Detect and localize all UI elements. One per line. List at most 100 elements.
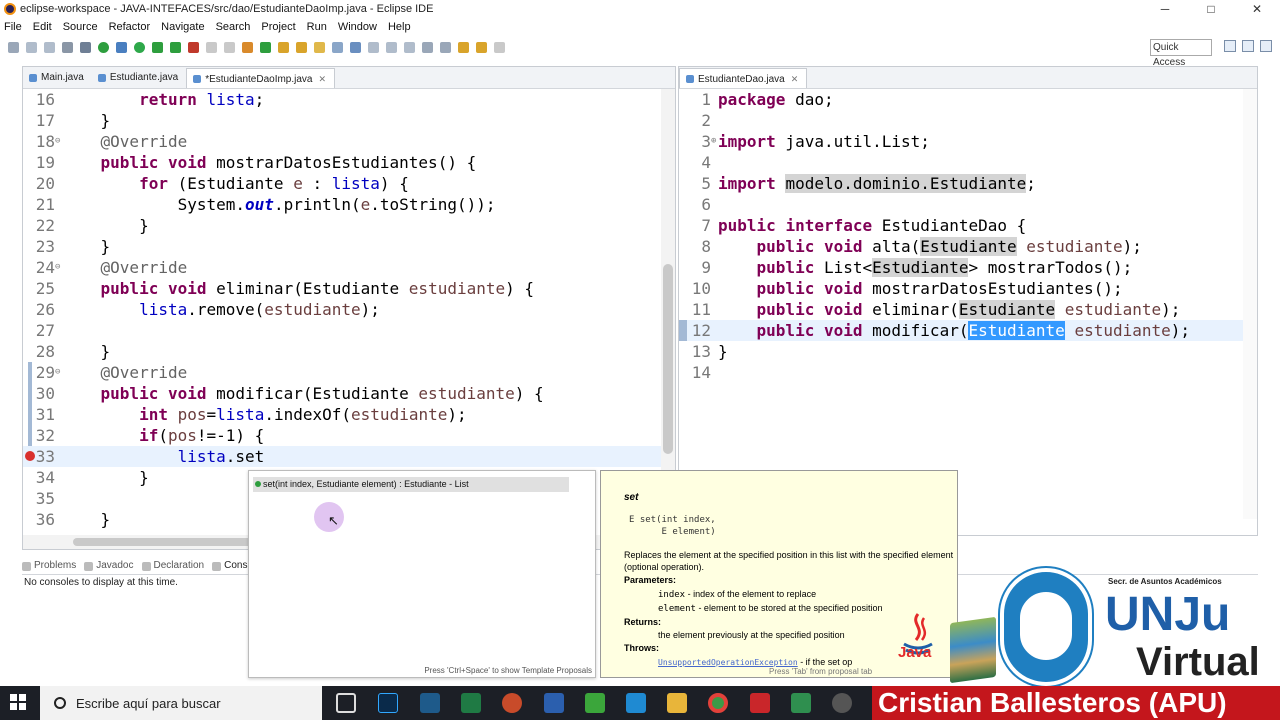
disabled-icon[interactable] [206, 41, 217, 53]
javadoc-title: set [624, 492, 639, 503]
coverage-icon[interactable] [116, 41, 127, 53]
print-icon[interactable] [62, 41, 73, 53]
taskbar-search[interactable]: Escribe aquí para buscar [40, 686, 322, 720]
annotation-icon[interactable] [332, 41, 343, 53]
vertical-scrollbar[interactable] [661, 89, 675, 533]
menu-search[interactable]: Search [216, 21, 251, 33]
next-annotation-icon[interactable] [422, 41, 433, 53]
right-code-area[interactable]: 1 package dao; 2 3 ⊕ import java.util.List;… [679, 89, 1257, 535]
open-task-icon[interactable] [296, 41, 307, 53]
window-title: eclipse-workspace - JAVA-INTEFACES/src/d… [20, 3, 434, 15]
code-line: 32 if(pos!=-1) { [23, 425, 675, 446]
word-icon[interactable] [544, 693, 564, 713]
menu-navigate[interactable]: Navigate [161, 21, 204, 33]
back-icon[interactable] [476, 41, 487, 53]
menu-window[interactable]: Window [338, 21, 377, 33]
param-index: index - index of the element to replace [658, 589, 816, 600]
app-green-icon[interactable] [791, 693, 811, 713]
java-perspective-icon[interactable] [1260, 40, 1272, 52]
file-explorer-icon[interactable] [667, 693, 687, 713]
tab-estudiante-dao-imp-java[interactable]: *EstudianteDaoImp.java ✕ [186, 68, 336, 88]
menu-run[interactable]: Run [307, 21, 327, 33]
code-line: 12 public void modificar(Estudiante estu… [679, 320, 1257, 341]
code-line: 24 ⊖ @Override [35, 258, 188, 277]
new-class-icon[interactable] [260, 41, 271, 53]
menu-edit[interactable]: Edit [33, 21, 52, 33]
open-perspective-icon[interactable] [1224, 40, 1236, 52]
param-desc: - index of the element to replace [685, 589, 817, 599]
run-icon[interactable] [134, 41, 145, 53]
pilcrow-icon[interactable] [404, 41, 415, 53]
exception-link[interactable]: UnsupportedOperationException [658, 658, 798, 667]
open-type-icon[interactable] [278, 41, 289, 53]
menu-help[interactable]: Help [388, 21, 411, 33]
close-tab-icon[interactable]: ✕ [319, 74, 327, 84]
console-message: No consoles to display at this time. [24, 577, 178, 588]
left-editor-tabs: Main.java Estudiante.java *EstudianteDao… [23, 67, 675, 89]
tab-javadoc[interactable]: Javadoc [84, 560, 134, 571]
app-blue-icon[interactable] [420, 693, 440, 713]
show-whitespace-icon[interactable] [386, 41, 397, 53]
skip-breakpoints-icon[interactable] [80, 41, 91, 53]
tab-problems[interactable]: Problems [22, 560, 76, 571]
throws-heading: Throws: [624, 643, 659, 653]
disabled-icon-2[interactable] [224, 41, 235, 53]
block-selection-icon[interactable] [368, 41, 379, 53]
camtasia-icon[interactable] [585, 693, 605, 713]
quick-access-field[interactable]: Quick Access [1150, 39, 1212, 68]
code-line: 29 ⊖ @Override [23, 362, 675, 383]
code-line: 13} [691, 342, 728, 361]
proposal-item[interactable]: set(int index, Estudiante element) : Est… [253, 477, 569, 492]
powerpoint-icon[interactable] [502, 693, 522, 713]
throws-desc: UnsupportedOperationException - if the s… [658, 657, 852, 667]
new-icon[interactable] [8, 41, 19, 53]
java-ee-perspective-icon[interactable] [1242, 40, 1254, 52]
vscode-icon[interactable] [626, 693, 646, 713]
maximize-button[interactable]: □ [1188, 0, 1234, 18]
excel-icon[interactable] [461, 693, 481, 713]
menu-refactor[interactable]: Refactor [109, 21, 151, 33]
content-assist-popup: set(int index, Estudiante element) : Est… [248, 470, 596, 678]
menu-project[interactable]: Project [261, 21, 295, 33]
code-line: 26 lista.remove(estudiante); [35, 300, 380, 319]
tab-main-java[interactable]: Main.java [23, 68, 92, 88]
save-all-icon[interactable] [44, 41, 55, 53]
last-edit-icon[interactable] [458, 41, 469, 53]
code-line: 30 public void modificar(Estudiante estu… [23, 383, 675, 404]
save-icon[interactable] [26, 41, 37, 53]
search-icon[interactable] [314, 41, 325, 53]
prev-annotation-icon[interactable] [440, 41, 451, 53]
task-view-icon[interactable] [336, 693, 356, 713]
close-tab-icon[interactable]: ✕ [791, 74, 799, 84]
mark-occurrences-icon[interactable] [350, 41, 361, 53]
parameters-heading: Parameters: [624, 575, 677, 585]
assist-footer: Press 'Ctrl+Space' to show Template Prop… [424, 666, 592, 675]
menu-file[interactable]: File [4, 21, 22, 33]
settings-icon[interactable] [832, 693, 852, 713]
stop-icon[interactable] [188, 41, 199, 53]
eclipse-icon [4, 3, 16, 15]
external-tools-icon[interactable] [152, 41, 163, 53]
chrome-icon[interactable] [708, 693, 728, 713]
scroll-thumb[interactable] [663, 264, 673, 454]
forward-icon[interactable] [494, 41, 505, 53]
param-desc: - element to be stored at the specified … [695, 603, 883, 613]
new-package-icon[interactable] [242, 41, 253, 53]
tab-declaration[interactable]: Declaration [141, 560, 204, 571]
java-logo-icon [903, 613, 933, 655]
photoshop-icon[interactable] [378, 693, 398, 713]
vertical-scrollbar[interactable] [1243, 89, 1257, 519]
code-line: 21 System.out.println(e.toString()); [35, 195, 496, 214]
debug-icon[interactable] [98, 41, 109, 53]
new-java-project-icon[interactable] [170, 41, 181, 53]
tab-console[interactable]: Cons [212, 560, 247, 571]
code-line: 25 public void eliminar(Estudiante estud… [35, 279, 535, 298]
close-button[interactable]: ✕ [1234, 0, 1280, 18]
menu-source[interactable]: Source [63, 21, 98, 33]
windows-start-icon[interactable] [10, 694, 26, 710]
minimize-button[interactable]: ─ [1142, 0, 1188, 18]
tab-estudiante-dao-java[interactable]: EstudianteDao.java ✕ [679, 68, 808, 88]
toolbar [0, 36, 1280, 58]
acrobat-icon[interactable] [750, 693, 770, 713]
tab-estudiante-java[interactable]: Estudiante.java [92, 68, 186, 88]
